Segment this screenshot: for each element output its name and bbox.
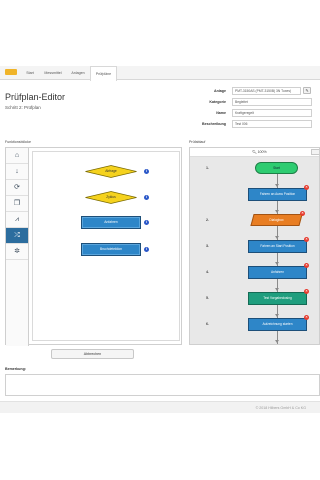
funktionsbloecke-panel: ⌂ ↓ ⟳ ❐ ⩘ ⤮ ✲ Abfrage i Zyklus i Anfahre… xyxy=(5,147,182,346)
kategorie-field[interactable]: Begleitet xyxy=(232,98,312,106)
copy-icon[interactable]: ❐ xyxy=(6,196,28,212)
flow-arrow xyxy=(275,314,279,317)
copyright-text: © 2018 Hilbers GmbH & Co KG xyxy=(255,406,306,410)
pruefablauf-panel: 🔍︎ 100% 1. Start Fahren an Ausw Position… xyxy=(189,147,320,345)
field-label-anlage: Anlage xyxy=(214,89,226,93)
arrow-down-icon[interactable]: ↓ xyxy=(6,164,28,180)
pruefablauf-toolbar: 🔍︎ 100% xyxy=(190,148,319,157)
field-label-name: Name xyxy=(216,111,226,115)
tab-pruefplaene[interactable]: Prüfpläne xyxy=(90,66,117,81)
flow-arrow xyxy=(275,288,279,291)
delete-step-icon[interactable]: × xyxy=(300,211,305,216)
page-title: Prüfplan-Editor xyxy=(5,92,66,102)
step-fahren-start-position[interactable]: Fahren an Start Position xyxy=(248,240,307,253)
pruefablauf-label: Prüfablauf xyxy=(189,140,206,144)
step-number: 2. xyxy=(206,218,209,222)
block-abfrage-label: Abfrage xyxy=(105,169,117,173)
block-canvas: Abfrage i Zyklus i Anfahren i Bruchdetek… xyxy=(32,151,180,341)
info-icon[interactable]: i xyxy=(144,195,149,200)
step-number: 3. xyxy=(206,244,209,248)
panel-menu-button[interactable] xyxy=(311,149,319,155)
delete-step-icon[interactable]: × xyxy=(304,315,309,320)
block-abfrage[interactable]: Abfrage xyxy=(85,165,137,178)
info-icon[interactable]: i xyxy=(144,220,149,225)
top-navigation: Start Messmittel Anlagen Prüfpläne xyxy=(0,66,320,81)
edit-anlage-button[interactable]: ✎ xyxy=(303,87,311,94)
flow-arrow xyxy=(275,262,279,265)
footer: © 2018 Hilbers GmbH & Co KG xyxy=(0,401,320,413)
tool-palette: ⌂ ↓ ⟳ ❐ ⩘ ⤮ ✲ xyxy=(6,148,29,346)
step-anfahren[interactable]: Anfahren xyxy=(248,266,307,279)
tab-messmittel[interactable]: Messmittel xyxy=(40,66,66,80)
step-number: 4. xyxy=(206,270,209,274)
zoom-level: 100% xyxy=(257,150,267,154)
page-subtitle: Schritt 2: Prüfplan xyxy=(5,105,41,110)
step-number: 1. xyxy=(206,166,209,170)
block-zyklus[interactable]: Zyklus xyxy=(85,191,137,204)
signal-icon[interactable]: ⩘ xyxy=(6,212,28,228)
remark-label: Bemerkung: xyxy=(5,367,26,371)
flow-arrow xyxy=(275,210,279,213)
cancel-button[interactable]: Abbrechen xyxy=(51,349,134,359)
info-icon[interactable]: i xyxy=(144,247,149,252)
field-label-beschreibung: Beschreibung xyxy=(202,122,226,126)
delete-step-icon[interactable]: × xyxy=(304,263,309,268)
step-fahren-ausw-position[interactable]: Fahren an Ausw Position xyxy=(248,188,307,201)
loop-icon[interactable]: ⟳ xyxy=(6,180,28,196)
step-dialogbox-label: Dialogbox xyxy=(269,218,284,222)
shuffle-icon[interactable]: ⤮ xyxy=(6,228,28,244)
zoom-control[interactable]: 🔍︎ 100% xyxy=(252,148,267,157)
block-zyklus-label: Zyklus xyxy=(106,195,116,199)
name-field[interactable]: Kraftgeregelt xyxy=(232,109,312,117)
flow-arrow xyxy=(275,184,279,187)
delete-step-icon[interactable]: × xyxy=(304,289,309,294)
flow-arrow xyxy=(275,236,279,239)
gear-icon[interactable]: ✲ xyxy=(6,244,28,260)
step-test-vorgabe[interactable]: Test Vorgabeclosing xyxy=(248,292,307,305)
step-dialogbox[interactable]: Dialogbox xyxy=(250,214,303,226)
app-logo[interactable] xyxy=(5,69,17,75)
info-icon[interactable]: i xyxy=(144,169,149,174)
field-label-kategorie: Kategorie xyxy=(209,100,226,104)
block-bruchdetektion[interactable]: Bruchdetektion xyxy=(81,243,141,256)
remark-textarea[interactable] xyxy=(5,374,320,396)
tab-start[interactable]: Start xyxy=(22,66,38,80)
home-icon[interactable]: ⌂ xyxy=(6,148,28,164)
step-aufzeichnung-starten[interactable]: Aufzeichnung starten xyxy=(248,318,307,331)
flow-arrow xyxy=(275,340,279,343)
pencil-icon: ✎ xyxy=(305,88,309,93)
step-number: 6. xyxy=(206,322,209,326)
step-number: 5. xyxy=(206,296,209,300)
funktionsbloecke-label: Funktionsblöcke xyxy=(5,140,31,144)
anlage-field[interactable]: PMT-3150AS (PMT-3150B) 3N Tuxes) xyxy=(232,87,301,95)
step-start[interactable]: Start xyxy=(255,162,298,174)
beschreibung-field[interactable]: Test 006 xyxy=(232,120,312,128)
delete-step-icon[interactable]: × xyxy=(304,237,309,242)
delete-step-icon[interactable]: × xyxy=(304,185,309,190)
tab-anlagen[interactable]: Anlagen xyxy=(68,66,88,80)
block-anfahren[interactable]: Anfahren xyxy=(81,216,141,229)
